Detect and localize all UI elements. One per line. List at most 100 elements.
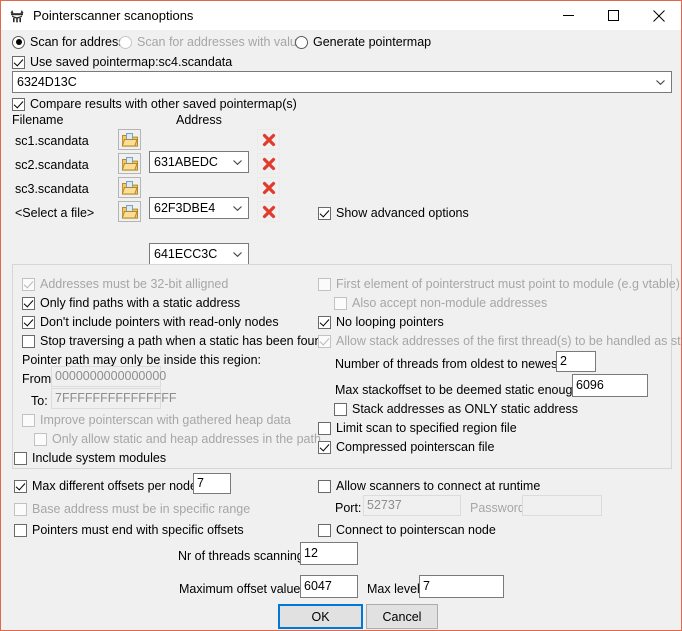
checkbox-include-system-modules[interactable]: Include system modules [14, 450, 166, 466]
checkbox-limit-scan-region-file[interactable]: Limit scan to specified region file [318, 420, 517, 436]
checkbox-compare-results[interactable]: Compare results with other saved pointer… [12, 96, 297, 112]
row-filename-sc2: sc2.scandata [15, 158, 89, 172]
column-header-address: Address [176, 113, 222, 127]
radio-generate-pointermap-label: Generate pointermap [313, 35, 432, 49]
checkbox-first-element-module-label: First element of pointerstruct must poin… [336, 277, 680, 291]
to-address-input[interactable]: 7FFFFFFFFFFFFFFF [51, 388, 176, 409]
row-filename-sc3: sc3.scandata [15, 182, 89, 196]
checkbox-base-address-range[interactable]: Base address must be in specific range [14, 501, 250, 517]
browse-file-button-1[interactable] [118, 129, 141, 150]
checkbox-connect-pointerscan-node[interactable]: Connect to pointerscan node [318, 522, 496, 538]
checkbox-also-accept-non-module-box [334, 296, 347, 310]
cheat-engine-icon [8, 7, 26, 25]
checkbox-addresses-32bit-aligned[interactable]: Addresses must be 32-bit alligned [22, 276, 228, 292]
checkbox-no-looping-pointers[interactable]: No looping pointers [318, 314, 444, 330]
checkbox-first-element-module[interactable]: First element of pointerstruct must poin… [318, 276, 680, 292]
maximize-icon[interactable] [591, 1, 636, 30]
port-input[interactable]: 52737 [363, 495, 461, 516]
password-input[interactable] [522, 495, 602, 516]
checkbox-compressed-pointerscan-file-label: Compressed pointerscan file [336, 440, 495, 454]
radio-scan-for-addresses-with-value[interactable]: Scan for addresses with value [119, 34, 304, 50]
close-icon[interactable] [636, 1, 681, 30]
address-combo-2[interactable]: 62F3DBE4 [149, 197, 249, 219]
remove-file-button-4[interactable] [257, 201, 280, 222]
checkbox-compare-results-label: Compare results with other saved pointer… [30, 97, 297, 111]
radio-generate-pointermap[interactable]: Generate pointermap [295, 34, 431, 50]
max-level-label: Max level [367, 582, 420, 596]
checkbox-pointers-end-specific-offsets-label: Pointers must end with specific offsets [32, 523, 244, 537]
to-label: To: [31, 394, 48, 408]
checkbox-allow-scanners-connect[interactable]: Allow scanners to connect at runtime [318, 478, 540, 494]
checkbox-pointers-end-specific-offsets-box [14, 523, 27, 537]
checkbox-limit-scan-region-file-box [318, 421, 331, 435]
checkbox-compare-results-box [12, 97, 25, 111]
minimize-icon[interactable] [546, 1, 591, 30]
browse-file-button-4[interactable] [118, 201, 141, 222]
checkbox-no-looping-pointers-box [318, 315, 331, 329]
nr-threads-scanning-input[interactable]: 12 [300, 542, 358, 565]
address-combo-3[interactable]: 641ECC3C [149, 243, 249, 265]
checkbox-addresses-32bit-aligned-label: Addresses must be 32-bit alligned [40, 277, 229, 291]
checkbox-include-system-modules-label: Include system modules [32, 451, 167, 465]
max-level-input[interactable]: 7 [419, 575, 504, 598]
checkbox-max-different-offsets[interactable]: Max different offsets per node: [14, 478, 200, 494]
checkbox-allow-scanners-connect-box [318, 479, 331, 493]
cancel-button[interactable]: Cancel [366, 604, 438, 629]
checkbox-only-static-and-heap[interactable]: Only allow static and heap addresses in … [34, 431, 321, 447]
checkbox-stack-only-static[interactable]: Stack addresses as ONLY static address [334, 401, 578, 417]
checkbox-allow-stack-addresses-static[interactable]: Allow stack addresses of the first threa… [318, 333, 682, 349]
max-stackoffset-input[interactable]: 6096 [572, 374, 648, 397]
remove-file-button-2[interactable] [257, 153, 280, 174]
checkbox-stop-traversing-on-static[interactable]: Stop traversing a path when a static has… [22, 333, 328, 349]
checkbox-stop-traversing-on-static-label: Stop traversing a path when a static has… [40, 334, 329, 348]
checkbox-connect-pointerscan-node-label: Connect to pointerscan node [336, 523, 496, 537]
chevron-down-icon [233, 160, 242, 165]
nr-threads-scanning-label: Nr of threads scanning: [178, 549, 308, 563]
checkbox-first-element-module-box [318, 277, 331, 291]
checkbox-pointers-end-specific-offsets[interactable]: Pointers must end with specific offsets [14, 522, 244, 538]
port-label: Port: [335, 501, 362, 515]
checkbox-allow-stack-addresses-static-box [318, 334, 331, 348]
radio-generate-pointermap-dot [295, 35, 308, 49]
checkbox-base-address-range-label: Base address must be in specific range [32, 502, 251, 516]
checkbox-improve-with-heap-data-label: Improve pointerscan with gathered heap d… [40, 413, 291, 427]
checkbox-compressed-pointerscan-file[interactable]: Compressed pointerscan file [318, 439, 494, 455]
checkbox-show-advanced-options-box [318, 206, 331, 220]
ok-button-label: OK [311, 609, 330, 624]
checkbox-limit-scan-region-file-label: Limit scan to specified region file [336, 421, 517, 435]
from-address-input[interactable]: 0000000000000000 [51, 366, 166, 387]
address-combo-2-value: 62F3DBE4 [154, 201, 216, 215]
max-different-offsets-input[interactable]: 7 [193, 473, 231, 494]
column-header-filename: Filename [12, 113, 64, 127]
radio-scan-for-address-label: Scan for address [30, 35, 125, 49]
checkbox-also-accept-non-module[interactable]: Also accept non-module addresses [334, 295, 547, 311]
maximum-offset-value-label: Maximum offset value: [179, 582, 304, 596]
radio-scan-for-address[interactable]: Scan for address [12, 34, 125, 50]
remove-file-button-1[interactable] [257, 129, 280, 150]
address-combo-3-value: 641ECC3C [154, 247, 218, 261]
checkbox-improve-with-heap-data[interactable]: Improve pointerscan with gathered heap d… [22, 412, 291, 428]
checkbox-no-readonly-nodes-label: Don't include pointers with read-only no… [40, 315, 279, 329]
saved-pointermap-address-value: 6324D13C [17, 75, 77, 89]
browse-file-button-2[interactable] [118, 153, 141, 174]
browse-file-button-3[interactable] [118, 177, 141, 198]
checkbox-show-advanced-options[interactable]: Show advanced options [318, 205, 469, 221]
checkbox-use-saved-pointermap[interactable]: Use saved pointermap:sc4.scandata [12, 54, 232, 70]
checkbox-compressed-pointerscan-file-box [318, 440, 331, 454]
saved-pointermap-address-combo[interactable]: 6324D13C [12, 71, 672, 93]
title-bar: Pointerscanner scanoptions [1, 1, 681, 30]
window-title: Pointerscanner scanoptions [33, 8, 194, 23]
address-combo-1[interactable]: 631ABEDC [149, 151, 249, 173]
remove-file-button-3[interactable] [257, 177, 280, 198]
checkbox-allow-stack-addresses-static-label: Allow stack addresses of the first threa… [336, 334, 682, 348]
checkbox-no-readonly-nodes[interactable]: Don't include pointers with read-only no… [22, 314, 279, 330]
threads-oldest-newest-input[interactable]: 2 [556, 351, 596, 372]
ok-button[interactable]: OK [278, 604, 363, 629]
max-stackoffset-label: Max stackoffset to be deemed static enou… [335, 383, 583, 397]
radio-scan-for-addresses-with-value-dot [119, 35, 132, 49]
checkbox-use-saved-pointermap-box [12, 55, 25, 69]
checkbox-max-different-offsets-box [14, 479, 27, 493]
from-label: From [22, 372, 52, 386]
maximum-offset-value-input[interactable]: 6047 [300, 575, 358, 598]
checkbox-only-find-static-paths[interactable]: Only find paths with a static address [22, 295, 240, 311]
